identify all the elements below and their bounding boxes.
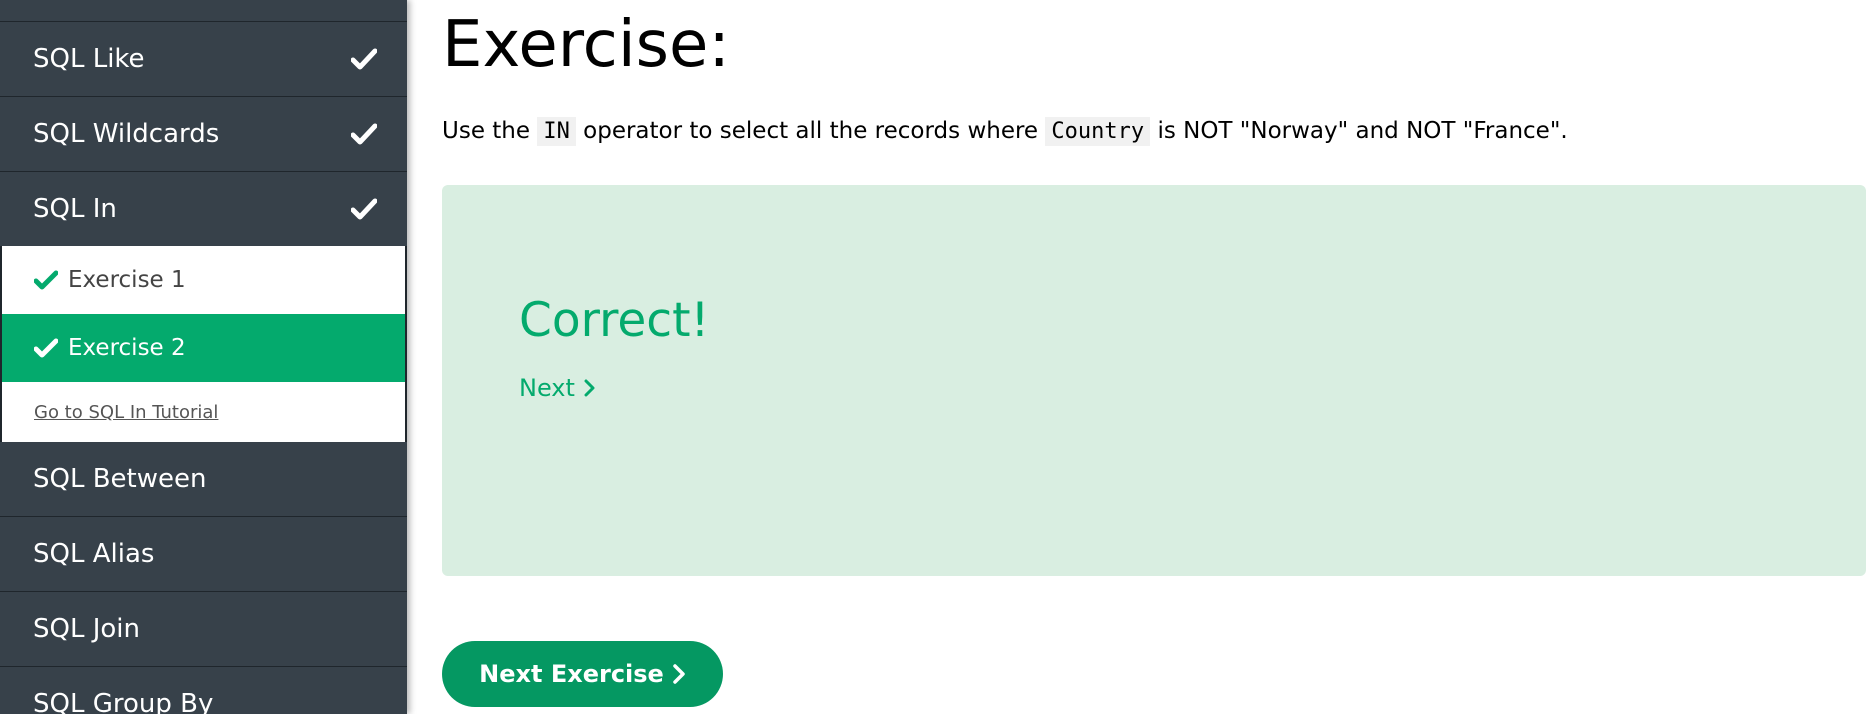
submenu-exercise-label: Exercise 1 xyxy=(68,267,186,293)
page-title: Exercise: xyxy=(442,8,730,82)
sidebar-item-label: SQL Join xyxy=(33,614,140,644)
check-icon xyxy=(34,335,60,361)
check-icon xyxy=(349,119,379,149)
chevron-right-icon xyxy=(583,374,597,402)
sidebar-item-label: SQL Wildcards xyxy=(33,119,220,149)
submenu-exercise-2[interactable]: Exercise 2 xyxy=(2,314,405,382)
next-link-label: Next xyxy=(519,374,575,402)
next-exercise-button[interactable]: Next Exercise xyxy=(442,641,723,707)
sidebar-item-label: SQL Alias xyxy=(33,539,155,569)
sidebar-item-sql-like[interactable]: SQL Like xyxy=(0,22,407,96)
sidebar-item-label: SQL Group By xyxy=(33,689,214,714)
exercise-instruction: Use the IN operator to select all the re… xyxy=(442,117,1568,146)
chevron-right-icon xyxy=(672,664,686,684)
sidebar-top-spacer xyxy=(0,0,407,21)
sidebar-item-sql-join[interactable]: SQL Join xyxy=(0,592,407,666)
instruction-text: Use the xyxy=(442,118,531,144)
main-content: Exercise: Use the IN operator to select … xyxy=(442,0,1868,714)
result-title: Correct! xyxy=(519,293,710,348)
sidebar-item-label: SQL Between xyxy=(33,464,207,494)
sidebar-item-sql-group-by[interactable]: SQL Group By xyxy=(0,667,407,714)
check-icon xyxy=(34,267,60,293)
sidebar-item-label: SQL Like xyxy=(33,44,145,74)
next-link[interactable]: Next xyxy=(519,374,597,402)
sidebar-item-label: SQL In xyxy=(33,194,117,224)
sql-in-submenu: Exercise 1 Exercise 2 Go to SQL In Tutor… xyxy=(0,246,407,442)
sidebar-item-sql-alias[interactable]: SQL Alias xyxy=(0,517,407,591)
instruction-code-keyword: Country xyxy=(1045,117,1151,146)
sidebar-item-sql-between[interactable]: SQL Between xyxy=(0,442,407,516)
sidebar-item-sql-wildcards[interactable]: SQL Wildcards xyxy=(0,97,407,171)
next-exercise-label: Next Exercise xyxy=(479,660,664,688)
tutorial-link[interactable]: Go to SQL In Tutorial xyxy=(2,382,405,442)
check-icon xyxy=(349,44,379,74)
submenu-exercise-1[interactable]: Exercise 1 xyxy=(2,246,405,314)
check-icon xyxy=(349,194,379,224)
instruction-code-keyword: IN xyxy=(537,117,576,146)
sidebar: SQL Like SQL Wildcards SQL In Exercise 1 xyxy=(0,0,407,714)
sidebar-item-sql-in[interactable]: SQL In xyxy=(0,172,407,246)
result-panel: Correct! Next xyxy=(442,185,1866,576)
submenu-exercise-label: Exercise 2 xyxy=(68,335,186,361)
instruction-text: operator to select all the records where xyxy=(583,118,1039,144)
instruction-text: is NOT "Norway" and NOT "France". xyxy=(1157,118,1568,144)
